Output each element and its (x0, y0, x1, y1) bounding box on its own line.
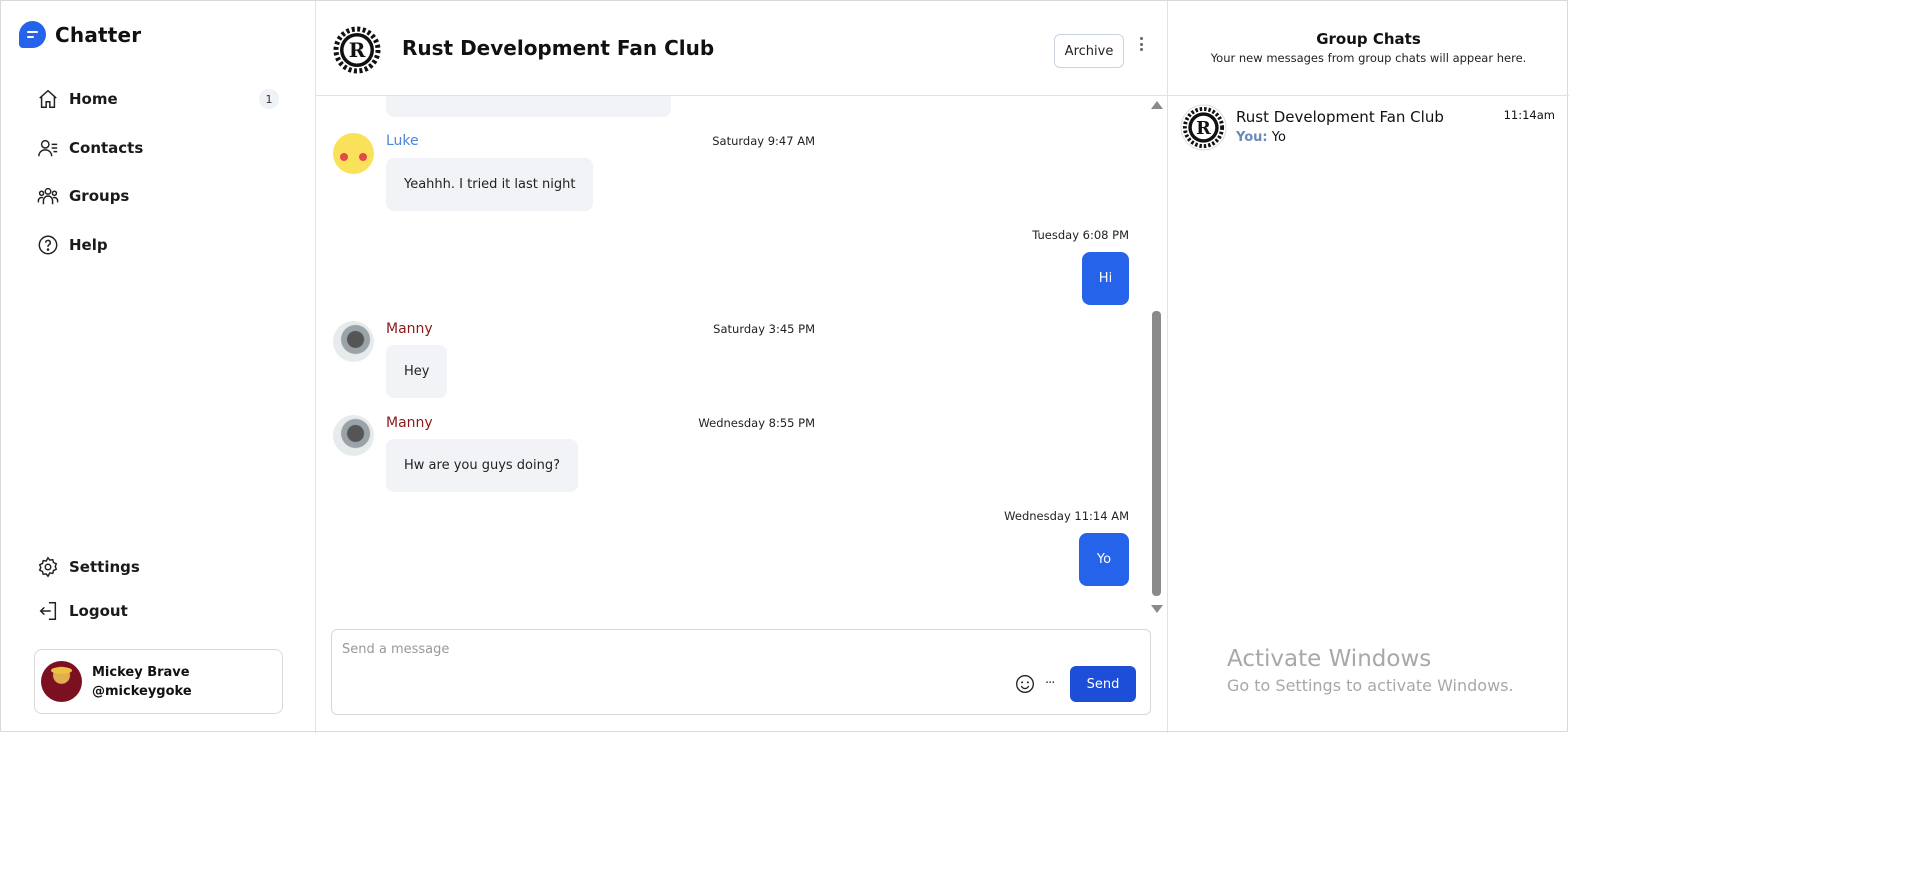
app-name: Chatter (55, 22, 142, 47)
logout-icon (37, 600, 59, 622)
panel-title: Group Chats (1316, 30, 1421, 48)
message-bubble: Hw are you guys doing? (386, 439, 579, 492)
avatar (41, 661, 82, 702)
panel-subtitle: Your new messages from group chats will … (1210, 51, 1527, 65)
nav-item-settings[interactable]: Settings (37, 552, 279, 582)
message-bubble: Yeahhh. I tried it last night (386, 158, 594, 211)
home-icon (37, 88, 59, 110)
nav-label: Help (69, 236, 108, 254)
group-chats-panel: Group Chats Your new messages from group… (1168, 1, 1569, 733)
chat-title: Rust Development Fan Club (402, 36, 715, 60)
watermark-subtitle: Go to Settings to activate Windows. (1227, 676, 1514, 695)
watermark-title: Activate Windows (1227, 646, 1432, 672)
help-icon (37, 234, 59, 256)
message-time: Saturday 9:47 AM (712, 134, 815, 148)
message-time: Wednesday 11:14 AM (1004, 509, 1129, 523)
group-time: 11:14am (1503, 108, 1555, 122)
message-time: Wednesday 8:55 PM (698, 416, 815, 430)
contacts-icon (37, 137, 59, 159)
message-time: Saturday 3:45 PM (713, 322, 815, 336)
scroll-up-arrow-icon[interactable] (1151, 101, 1163, 109)
message-bubble-cut (386, 96, 671, 117)
nav-label: Home (69, 90, 118, 108)
avatar (333, 415, 374, 456)
message-composer: ... Send (331, 629, 1151, 715)
user-handle: @mickeygoke (92, 683, 192, 699)
preview-text: Yo (1271, 130, 1286, 145)
message-input[interactable] (342, 638, 942, 660)
user-card[interactable]: Mickey Brave @mickeygoke (34, 649, 283, 714)
rust-logo-icon: R (333, 26, 381, 74)
nav-item-help[interactable]: Help (37, 230, 279, 260)
nav-label: Settings (69, 558, 140, 576)
user-info: Mickey Brave @mickeygoke (92, 663, 192, 701)
group-preview: You: Yo (1236, 130, 1286, 145)
user-name: Mickey Brave (92, 664, 190, 680)
chatter-logo-icon (19, 21, 46, 48)
more-attachments-button[interactable]: ... (1045, 672, 1055, 687)
rust-logo-icon: R (1180, 104, 1227, 151)
avatar (333, 321, 374, 362)
chat-header: R Rust Development Fan Club Archive (316, 1, 1168, 96)
scroll-down-arrow-icon[interactable] (1151, 605, 1163, 613)
activation-watermark: Activate Windows Go to Settings to activ… (1227, 646, 1514, 695)
groups-icon (37, 185, 59, 207)
nav-item-logout[interactable]: Logout (37, 596, 279, 626)
message-time: Tuesday 6:08 PM (1032, 228, 1129, 242)
nav-label: Contacts (69, 139, 144, 157)
message-bubble-outgoing: Hi (1082, 252, 1129, 305)
brand[interactable]: Chatter (19, 21, 141, 48)
app-window: Chatter Home 1 Contacts Groups Help Sett… (0, 0, 1569, 733)
group-name: Rust Development Fan Club (1236, 108, 1444, 126)
message-bubble: Hey (386, 345, 448, 398)
message-sender[interactable]: Manny (386, 321, 433, 337)
group-chats-header: Group Chats Your new messages from group… (1168, 1, 1569, 96)
scroll-thumb[interactable] (1152, 311, 1161, 596)
preview-you-label: You: (1236, 130, 1268, 145)
message-bubble-outgoing: Yo (1079, 533, 1129, 586)
scrollbar[interactable] (1150, 96, 1164, 621)
sidebar: Chatter Home 1 Contacts Groups Help Sett… (1, 1, 316, 733)
archive-button[interactable]: Archive (1054, 34, 1124, 68)
nav-label: Logout (69, 602, 128, 620)
message-sender[interactable]: Luke (386, 133, 419, 149)
nav-item-groups[interactable]: Groups (37, 181, 279, 211)
nav-item-home[interactable]: Home 1 (37, 84, 279, 114)
nav-label: Groups (69, 187, 130, 205)
emoji-icon[interactable] (1015, 674, 1035, 694)
avatar (333, 133, 374, 174)
nav-item-contacts[interactable]: Contacts (37, 133, 279, 163)
message-list[interactable]: Luke Saturday 9:47 AM Yeahhh. I tried it… (316, 96, 1168, 621)
svg-text:R: R (1196, 118, 1211, 139)
more-options-icon[interactable] (1136, 35, 1146, 53)
group-chat-item[interactable]: R Rust Development Fan Club You: Yo 11:1… (1180, 104, 1555, 154)
send-button[interactable]: Send (1070, 666, 1136, 702)
message-sender[interactable]: Manny (386, 415, 433, 431)
home-badge: 1 (259, 89, 279, 109)
chat-panel: R Rust Development Fan Club Archive Luke… (316, 1, 1168, 733)
svg-text:R: R (349, 38, 366, 62)
gear-icon (37, 556, 59, 578)
